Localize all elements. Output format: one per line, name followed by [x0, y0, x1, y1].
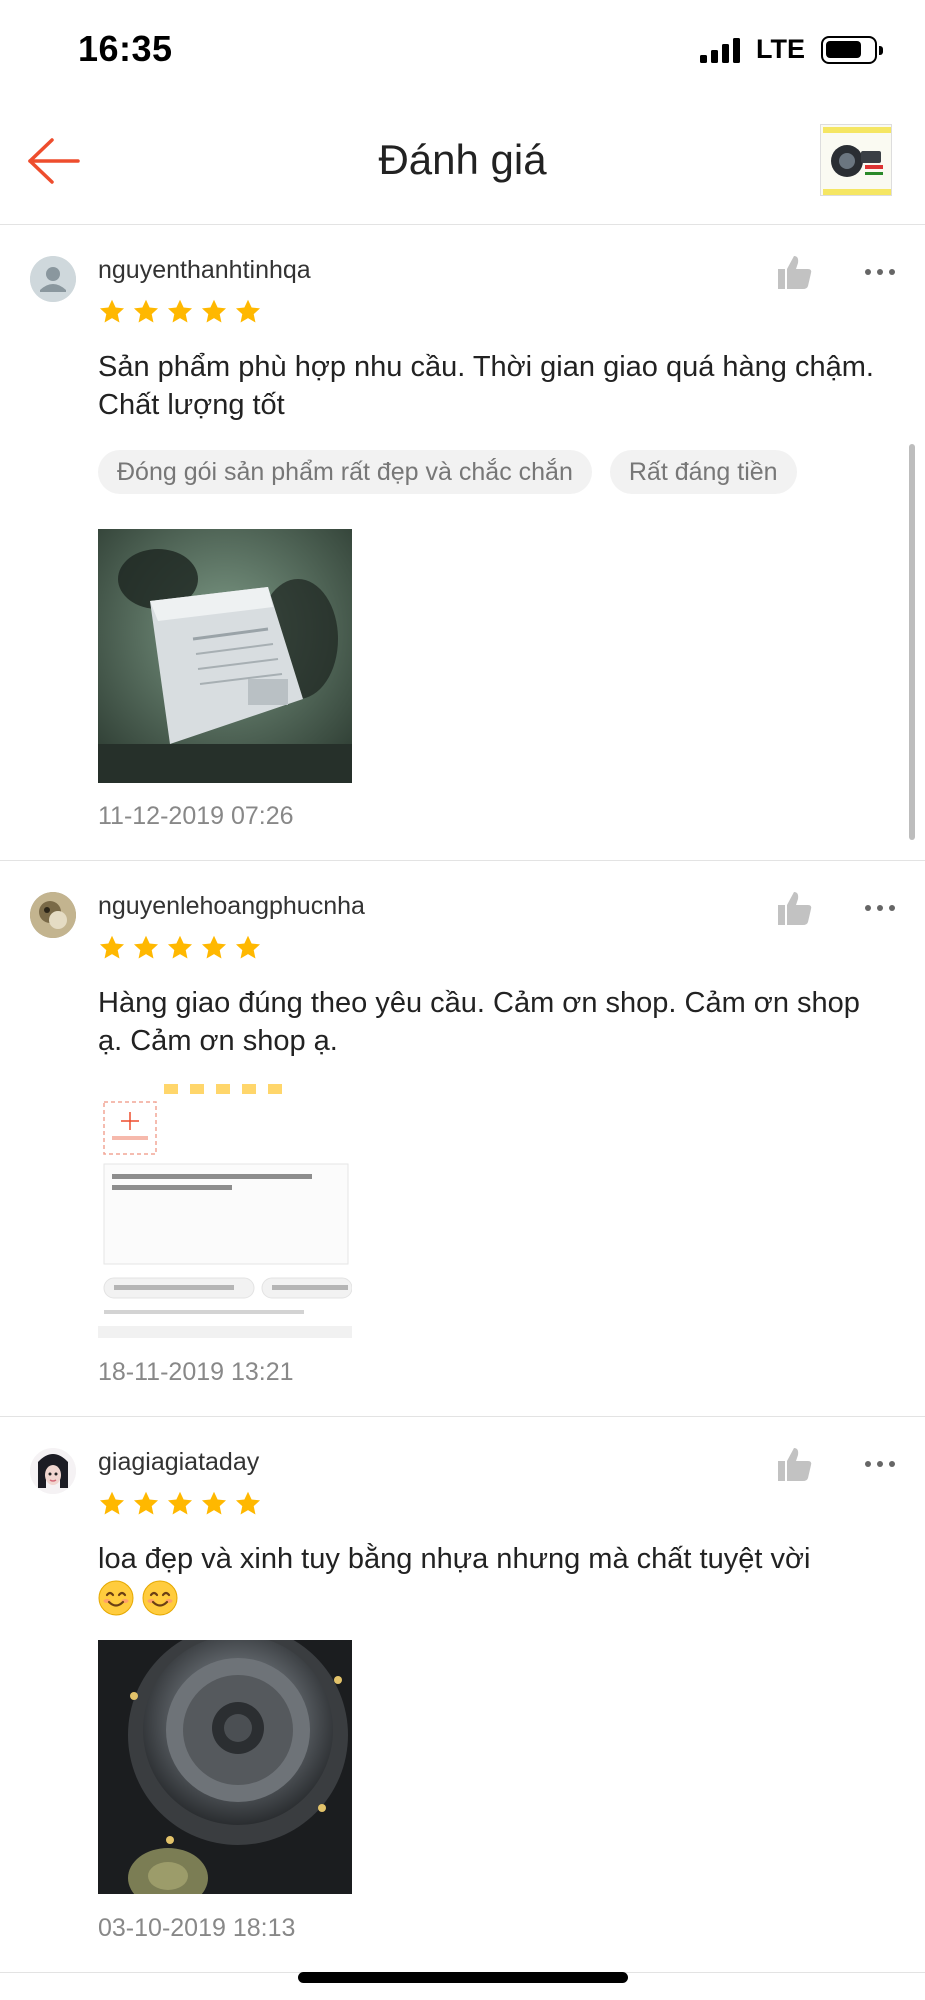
star-icon [99, 935, 125, 959]
user-photo-avatar[interactable] [30, 892, 76, 938]
review-text: Hàng giao đúng theo yêu cầu. Cảm ơn shop… [98, 987, 860, 1057]
star-icon [167, 299, 193, 323]
star-icon [167, 1491, 193, 1515]
home-indicator[interactable] [298, 1972, 628, 1983]
review-username[interactable]: nguyenthanhtinhqa [98, 256, 311, 285]
review-date: 18-11-2019 13:21 [98, 1358, 294, 1386]
review-item: nguyenlehoangphucnha Hàng giao đúng theo… [0, 862, 925, 1417]
review-tag[interactable]: Đóng gói sản phẩm rất đẹp và chắc chắn [98, 450, 592, 494]
star-rating [98, 298, 262, 326]
star-icon [235, 935, 261, 959]
thumbs-up-icon[interactable] [774, 888, 814, 928]
battery-level [826, 40, 861, 58]
star-icon [201, 1491, 227, 1515]
page-title: Đánh giá [378, 136, 547, 183]
more-options-icon[interactable] [862, 262, 898, 282]
star-icon [167, 935, 193, 959]
star-rating [98, 1490, 262, 1518]
review-tags: Đóng gói sản phẩm rất đẹp và chắc chắn R… [98, 450, 797, 494]
review-tag[interactable]: Rất đáng tiền [609, 450, 797, 494]
shop-product-thumbnail[interactable] [820, 124, 892, 196]
signal-bars-icon [700, 37, 740, 63]
battery-icon [821, 35, 883, 64]
speaker-photo[interactable] [98, 1640, 352, 1894]
status-time: 16:35 [78, 28, 173, 69]
header: Đánh giá [0, 100, 925, 225]
review-item: nguyenthanhtinhqa Sản phẩm phù hợp nhu c… [0, 226, 925, 861]
smiling-face-emoji [98, 1580, 134, 1616]
smiling-face-emoji [142, 1580, 178, 1616]
star-icon [235, 1491, 261, 1515]
status-bar: 16:35 LTE [0, 0, 925, 100]
scrollbar[interactable] [909, 444, 915, 840]
more-options-icon[interactable] [862, 898, 898, 918]
review-item: giagiagiataday loa đẹp và xinh tuy bằng … [0, 1418, 925, 1973]
default-user-avatar[interactable] [30, 256, 76, 302]
star-icon [133, 935, 159, 959]
package-box-photo[interactable] [98, 529, 352, 783]
user-photo-avatar[interactable] [30, 1448, 76, 1494]
status-indicators: LTE [700, 34, 883, 65]
review-text-block: loa đẹp và xinh tuy bằng nhựa nhưng mà c… [98, 1540, 878, 1616]
thumbs-up-icon[interactable] [774, 1444, 814, 1484]
review-screenshot-photo[interactable] [98, 1084, 352, 1338]
network-type: LTE [756, 34, 805, 64]
review-username[interactable]: nguyenlehoangphucnha [98, 892, 365, 921]
star-icon [99, 299, 125, 323]
star-rating [98, 934, 262, 962]
star-icon [99, 1491, 125, 1515]
review-date: 03-10-2019 18:13 [98, 1914, 296, 1942]
review-username[interactable]: giagiagiataday [98, 1448, 259, 1477]
review-text: Sản phẩm phù hợp nhu cầu. Thời gian giao… [98, 351, 874, 421]
review-text: loa đẹp và xinh tuy bằng nhựa nhưng mà c… [98, 1543, 811, 1575]
star-icon [201, 935, 227, 959]
star-icon [133, 299, 159, 323]
more-options-icon[interactable] [862, 1454, 898, 1474]
star-icon [133, 1491, 159, 1515]
star-icon [235, 299, 261, 323]
star-icon [201, 299, 227, 323]
thumbs-up-icon[interactable] [774, 252, 814, 292]
review-date: 11-12-2019 07:26 [98, 802, 294, 830]
